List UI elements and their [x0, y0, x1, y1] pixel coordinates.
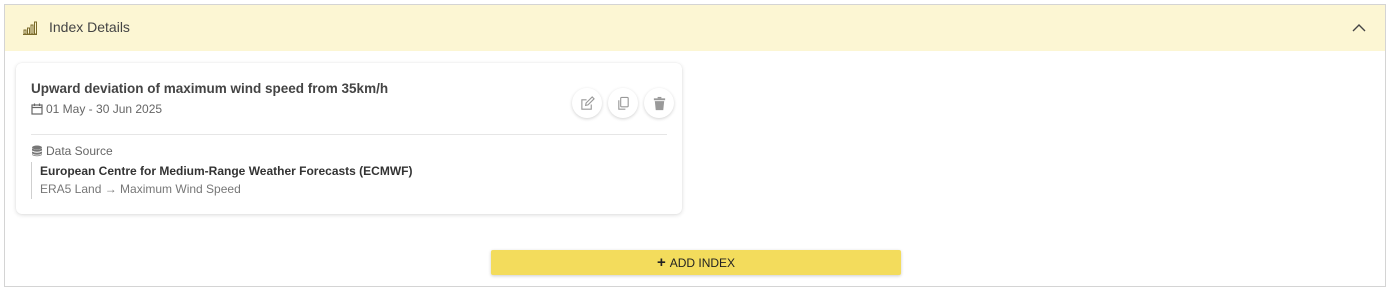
add-index-label: ADD INDEX — [669, 255, 736, 270]
database-icon — [32, 145, 42, 157]
index-details-panel: Index Details Upward deviation of maximu… — [4, 4, 1386, 287]
edit-icon — [580, 95, 595, 110]
card-divider — [31, 134, 667, 135]
index-title: Upward deviation of maximum wind speed f… — [31, 81, 389, 96]
data-source-label: Data Source — [31, 144, 113, 158]
data-source-label-text: Data Source — [46, 144, 113, 158]
data-source-provider: European Centre for Medium-Range Weather… — [40, 164, 413, 178]
plus-icon: + — [656, 253, 666, 271]
calendar-icon — [31, 103, 43, 115]
edit-button[interactable] — [572, 88, 602, 118]
index-date: 01 May - 30 Jun 2025 — [31, 102, 162, 116]
delete-button[interactable] — [644, 88, 674, 118]
panel-header[interactable]: Index Details — [5, 5, 1385, 51]
copy-button[interactable] — [608, 88, 638, 118]
data-source-path: ERA5 Land → Maximum Wind Speed — [40, 182, 241, 196]
index-card: Upward deviation of maximum wind speed f… — [16, 63, 682, 214]
bar-chart-icon — [23, 21, 37, 35]
card-actions — [572, 88, 674, 118]
copy-icon — [617, 96, 629, 110]
trash-icon — [653, 96, 665, 110]
data-source-details: European Centre for Medium-Range Weather… — [31, 162, 413, 199]
panel-title: Index Details — [49, 19, 130, 35]
chevron-up-icon[interactable] — [1351, 20, 1367, 36]
add-index-button[interactable]: + ADD INDEX — [491, 250, 901, 275]
date-range: 01 May - 30 Jun 2025 — [46, 102, 163, 116]
